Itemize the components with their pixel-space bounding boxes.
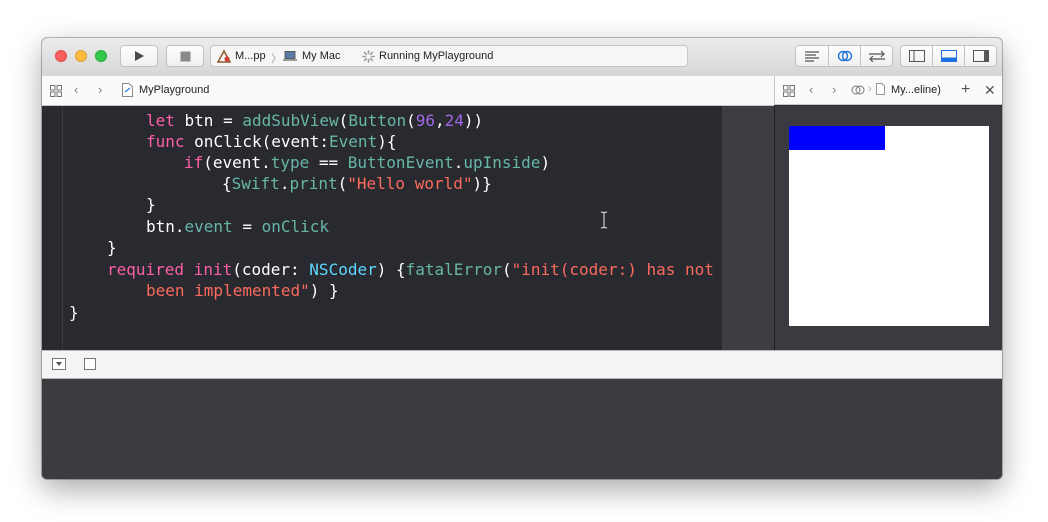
code-line: } (146, 195, 156, 214)
live-blue-button[interactable] (789, 126, 885, 150)
code-line: func onClick(event:Event){ (146, 132, 397, 151)
live-view-panel (774, 106, 1002, 350)
code-line: if(event.type == ButtonEvent.upInside) (184, 153, 551, 172)
assistant-rings-icon (837, 50, 852, 62)
scheme-status-bar: M...pp 〉 My Mac Running MyPlayground (210, 45, 688, 67)
app-target-icon[interactable] (217, 50, 231, 63)
standard-editor-icon (805, 51, 819, 62)
add-assistant-icon[interactable]: + (961, 81, 970, 99)
zoom-window-button[interactable] (95, 50, 107, 62)
path-separator: › (868, 83, 872, 95)
debug-bar (42, 350, 1002, 379)
version-editor-button[interactable] (860, 45, 893, 67)
forward-chevron-icon[interactable]: › (98, 83, 102, 97)
editor-file-name[interactable]: MyPlayground (139, 84, 209, 96)
live-view-canvas (789, 126, 989, 326)
source-editor[interactable]: ▔▔▔▔▔▔▔▔▔▔▔▔▔▔▔▔▔▔▔ let btn = addSubView… (42, 106, 722, 350)
stop-execution-icon[interactable] (84, 358, 96, 370)
toolbar: M...pp 〉 My Mac Running MyPlayground (42, 38, 1002, 77)
utilities-toggle-button[interactable] (964, 45, 997, 67)
activity-spinner-icon (362, 50, 375, 63)
stop-icon (180, 51, 190, 61)
right-panel-icon (972, 50, 989, 62)
code-line: required init(coder: NSCoder) {fatalErro… (107, 260, 714, 279)
scheme-device-label[interactable]: My Mac (302, 50, 341, 62)
code-line: } (107, 238, 117, 257)
hide-debug-area-icon[interactable] (52, 358, 66, 370)
clipped-code-line: ▁▁▁▁▁▁▁▁▁▁▁▁▁▁▁▁▁▁▁▁▁▁▁▁▁▁▁▁▁▁▁▁▁▁▁▁▁▁▁▁… (69, 342, 657, 350)
linked-rings-icon[interactable] (851, 84, 865, 96)
activity-status-text: Running MyPlayground (379, 50, 494, 62)
debug-area-toggle-button[interactable] (932, 45, 965, 67)
standard-editor-button[interactable] (795, 45, 829, 67)
code-line: btn.event = onClick (146, 217, 330, 236)
stop-button[interactable] (166, 45, 204, 67)
left-panel-icon (908, 50, 925, 62)
code-line: been implemented") } (146, 281, 339, 300)
xcode-window: M...pp 〉 My Mac Running MyPlayground ‹ ›… (42, 38, 1002, 479)
code-line: let btn = addSubView(Button(96,24)) (146, 111, 484, 130)
scheme-separator: 〉 (271, 53, 282, 65)
playground-file-icon (122, 83, 133, 97)
text-cursor-icon (600, 211, 608, 229)
line-gutter (42, 106, 63, 350)
assistant-title[interactable]: My...eline) (891, 84, 941, 96)
run-button[interactable] (120, 45, 158, 67)
assistant-jump-bar: ‹ › › My...eline) + ✕ (774, 76, 1002, 105)
close-assistant-icon[interactable]: ✕ (984, 82, 996, 99)
code-line: {Swift.print("Hello world")} (222, 174, 492, 193)
version-arrows-icon (868, 50, 885, 62)
related-items-icon[interactable] (783, 85, 795, 97)
console-area[interactable] (42, 379, 1002, 479)
mac-laptop-icon (283, 51, 297, 61)
back-chevron-icon[interactable]: ‹ (809, 83, 813, 97)
close-window-button[interactable] (55, 50, 67, 62)
bottom-panel-icon (940, 50, 957, 62)
forward-chevron-icon[interactable]: › (832, 83, 836, 97)
code-line: } (69, 303, 79, 322)
assistant-editor-button[interactable] (828, 45, 861, 67)
editor-jump-bar: ‹ › MyPlayground (42, 76, 774, 106)
related-items-icon[interactable] (50, 85, 62, 97)
play-icon (135, 51, 144, 61)
back-chevron-icon[interactable]: ‹ (74, 83, 78, 97)
minimize-window-button[interactable] (75, 50, 87, 62)
timeline-file-icon (876, 83, 885, 95)
scheme-target-label[interactable]: M...pp (235, 50, 266, 62)
results-sidebar (722, 106, 774, 350)
navigator-toggle-button[interactable] (900, 45, 933, 67)
